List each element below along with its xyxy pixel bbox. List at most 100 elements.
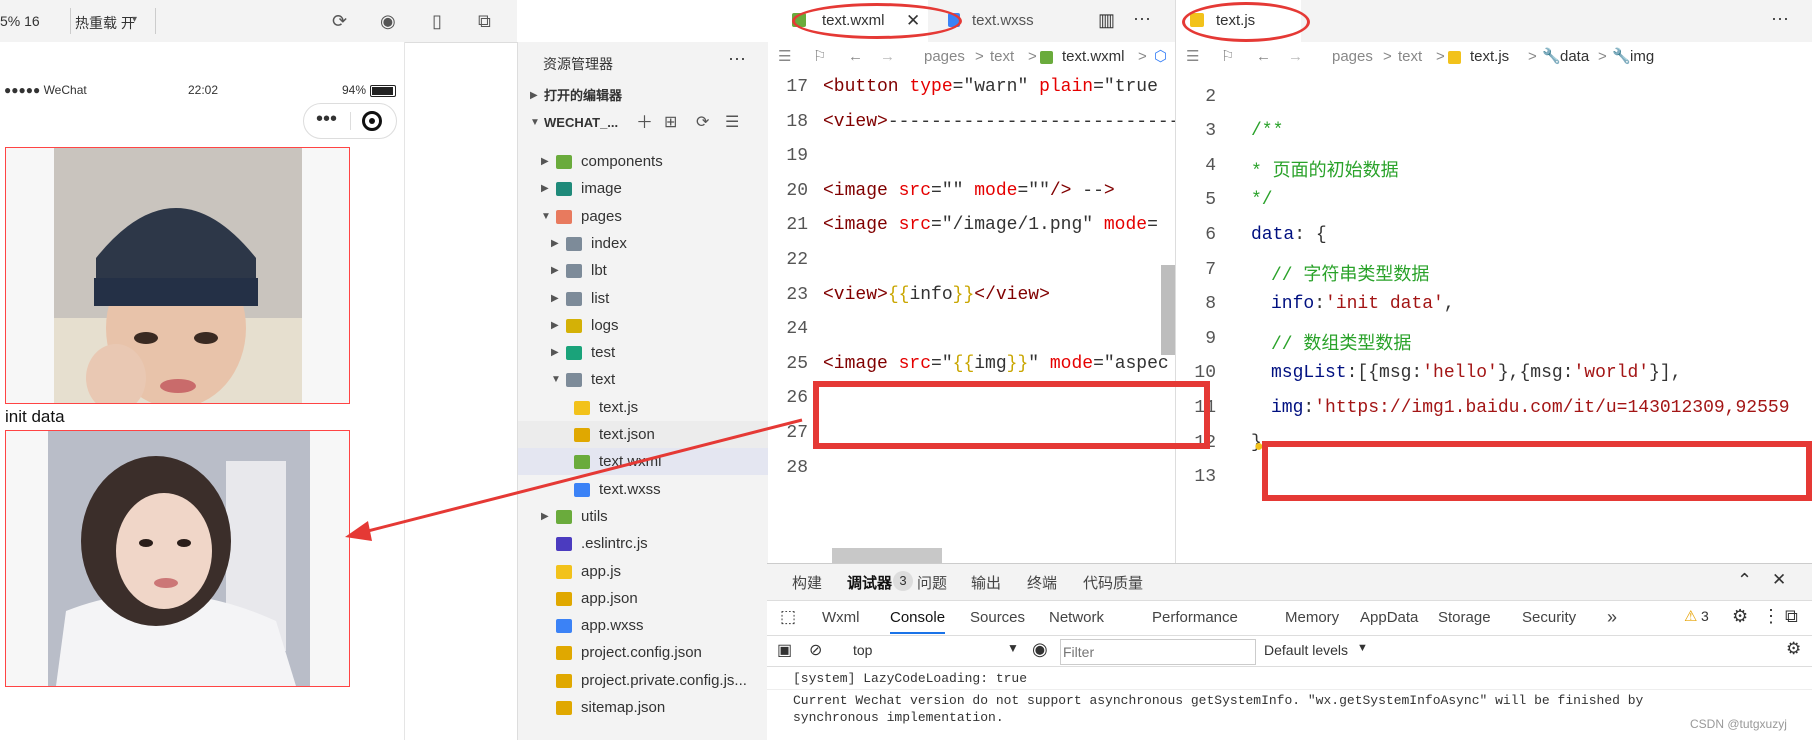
devtools-top-tab[interactable]: 调试器 bbox=[847, 572, 892, 593]
hot-reload-toggle[interactable]: 热重载 开 bbox=[75, 13, 135, 33]
tree-item[interactable]: app.js bbox=[518, 558, 768, 585]
tree-item[interactable]: ▶ list bbox=[518, 285, 768, 312]
devtools-tab[interactable]: Console bbox=[890, 609, 946, 634]
devtools-tab[interactable]: Storage bbox=[1438, 609, 1491, 626]
line-number: 9 bbox=[1205, 328, 1216, 349]
devtools-tab[interactable]: Network bbox=[1049, 609, 1104, 626]
file-icon bbox=[556, 182, 572, 197]
devtools-top-tab[interactable]: 构建 bbox=[792, 572, 822, 593]
line-number: 3 bbox=[1205, 121, 1216, 142]
breadcrumb: ☰ ⚐ ← → pages > text > text.wxml > ⬡ bbox=[768, 42, 1175, 72]
tab-text-wxss[interactable]: text.wxss bbox=[948, 0, 1088, 42]
sidebar-toggle-icon[interactable]: ▣ bbox=[777, 640, 792, 660]
window-icon[interactable]: ⧉ bbox=[478, 11, 491, 32]
levels-select[interactable]: Default levels bbox=[1264, 642, 1348, 658]
forward-icon[interactable]: → bbox=[1288, 42, 1303, 72]
dock-icon[interactable]: ⧉ bbox=[1785, 606, 1798, 627]
crumb-text[interactable]: text bbox=[990, 42, 1014, 72]
chevron-down-icon[interactable]: ▼ bbox=[1357, 642, 1368, 654]
bookmark-icon[interactable]: ⚐ bbox=[813, 42, 826, 72]
collapse-icon[interactable]: ☰ bbox=[725, 109, 739, 136]
devtools-top-tab[interactable]: 代码质量 bbox=[1083, 572, 1143, 593]
annotation-oval bbox=[1182, 2, 1310, 42]
close-miniprogram-icon[interactable] bbox=[362, 111, 382, 131]
open-editors-section[interactable]: ▶ 打开的编辑器 bbox=[518, 82, 768, 109]
more-icon[interactable]: ··· bbox=[1771, 8, 1789, 29]
list-icon[interactable]: ☰ bbox=[1186, 42, 1199, 72]
tree-item-label: app.js bbox=[581, 562, 622, 580]
chevron-up-icon[interactable]: ⌃ bbox=[1737, 570, 1752, 591]
crumb-pages[interactable]: pages bbox=[1332, 42, 1373, 72]
back-icon[interactable]: ← bbox=[1256, 42, 1271, 72]
tree-item[interactable]: ▼ text bbox=[518, 366, 768, 393]
list-icon[interactable]: ☰ bbox=[778, 42, 791, 72]
crumb-pages[interactable]: pages bbox=[924, 42, 965, 72]
clear-console-icon[interactable]: ⊘ bbox=[809, 640, 822, 660]
bookmark-icon[interactable]: ⚐ bbox=[1221, 42, 1234, 72]
crumb-data[interactable]: data bbox=[1560, 42, 1589, 72]
tree-item[interactable]: project.config.json bbox=[518, 639, 768, 666]
mini-program-capsule: ••• bbox=[303, 103, 397, 139]
filter-input[interactable] bbox=[1060, 639, 1256, 665]
chevron-right-icon: ▶ bbox=[530, 90, 538, 101]
crumb-img[interactable]: img bbox=[1630, 42, 1654, 72]
image-preview-1 bbox=[5, 147, 350, 404]
crumb-file[interactable]: text.wxml bbox=[1062, 42, 1125, 72]
context-select[interactable]: top bbox=[853, 642, 872, 658]
gear-icon[interactable]: ⚙ bbox=[1786, 639, 1801, 659]
more-tabs-icon[interactable]: » bbox=[1607, 607, 1617, 628]
more-icon[interactable]: ⋮ bbox=[1762, 606, 1780, 627]
devtools-tab[interactable]: Security bbox=[1522, 609, 1576, 626]
crumb-text[interactable]: text bbox=[1398, 42, 1422, 72]
refresh-icon[interactable]: ⟳ bbox=[332, 11, 347, 32]
devtools-tab[interactable]: Performance bbox=[1152, 609, 1238, 626]
tree-item[interactable]: ▶ image bbox=[518, 175, 768, 202]
tree-item-label: pages bbox=[581, 207, 622, 225]
tree-item[interactable]: app.json bbox=[518, 585, 768, 612]
cube-icon: ⬡ bbox=[1154, 48, 1168, 65]
more-icon[interactable]: ··· bbox=[1133, 8, 1151, 29]
tree-item[interactable]: ▶ components bbox=[518, 148, 768, 175]
tree-item[interactable]: ▶ logs bbox=[518, 312, 768, 339]
devtools-top-tab[interactable]: 输出 bbox=[971, 572, 1001, 593]
file-icon bbox=[556, 646, 572, 661]
devtools-tab[interactable]: Wxml bbox=[822, 609, 860, 626]
devtools-tab[interactable]: AppData bbox=[1360, 609, 1418, 626]
stop-icon[interactable]: ◉ bbox=[380, 11, 396, 32]
more-icon[interactable]: ••• bbox=[316, 108, 337, 131]
forward-icon[interactable]: → bbox=[880, 42, 895, 72]
close-icon[interactable]: ✕ bbox=[1772, 570, 1786, 590]
devtools-top-tab[interactable]: 问题 bbox=[917, 572, 947, 593]
chevron-down-icon[interactable]: ▾ bbox=[132, 14, 137, 25]
tree-item[interactable]: ▶ test bbox=[518, 339, 768, 366]
scrollbar[interactable] bbox=[1161, 265, 1175, 355]
code-area[interactable]: 17 <button type="warn" plain="true 18 <view… bbox=[768, 72, 1175, 563]
devtools-top-tab[interactable]: 终端 bbox=[1027, 572, 1057, 593]
tree-item[interactable]: ▼ pages bbox=[518, 203, 768, 230]
crumb-file[interactable]: text.js bbox=[1470, 42, 1509, 72]
phone-icon[interactable]: ▯ bbox=[432, 11, 442, 32]
zoom-select[interactable]: 5% 16 bbox=[0, 13, 40, 29]
more-icon[interactable]: ··· bbox=[728, 48, 746, 69]
new-file-icon[interactable]: ＋ bbox=[636, 109, 653, 136]
devtools-tab[interactable]: Sources bbox=[970, 609, 1025, 626]
horizontal-scrollbar[interactable] bbox=[832, 548, 942, 563]
devtools-tab[interactable]: Memory bbox=[1285, 609, 1339, 626]
tree-item[interactable]: sitemap.json bbox=[518, 694, 768, 721]
new-folder-icon[interactable]: ⊞ bbox=[664, 109, 677, 136]
battery-level: 94% bbox=[342, 83, 367, 97]
chevron-down-icon[interactable]: ▼ bbox=[1007, 641, 1019, 655]
file-icon bbox=[566, 236, 582, 251]
tree-item[interactable]: ▶ index bbox=[518, 230, 768, 257]
refresh-icon[interactable]: ⟳ bbox=[696, 109, 709, 136]
wrench-icon: 🔧 bbox=[1542, 48, 1561, 65]
inspect-icon[interactable]: ⬚ bbox=[780, 607, 796, 627]
eye-icon[interactable]: ◉ bbox=[1032, 639, 1048, 660]
tree-item[interactable]: ▶ lbt bbox=[518, 257, 768, 284]
project-section[interactable]: ▼ WECHAT_... ＋ ⊞ ⟳ ☰ bbox=[518, 109, 768, 136]
tree-item[interactable]: project.private.config.js... bbox=[518, 667, 768, 694]
gear-icon[interactable]: ⚙ bbox=[1732, 606, 1748, 627]
back-icon[interactable]: ← bbox=[848, 42, 863, 72]
split-editor-icon[interactable]: ▥ bbox=[1098, 10, 1115, 31]
tree-item[interactable]: app.wxss bbox=[518, 612, 768, 639]
